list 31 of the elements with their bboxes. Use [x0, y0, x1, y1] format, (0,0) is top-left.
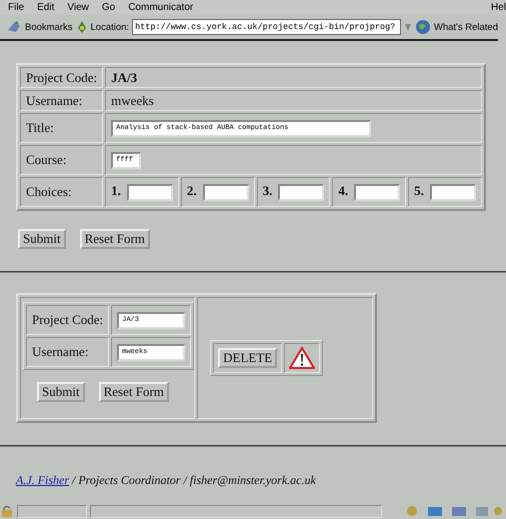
field-label: Project Code:: [26, 305, 110, 335]
menu-item[interactable]: File: [8, 2, 24, 13]
whats-related-button[interactable]: What's Related: [434, 22, 498, 32]
bookmarks-button[interactable]: Bookmarks: [25, 22, 73, 32]
choice-number: 2.: [186, 183, 197, 198]
choice-number: 4.: [338, 183, 348, 198]
reset-button[interactable]: Reset Form: [98, 382, 169, 402]
email-link[interactable]: A.J. Fisher: [16, 473, 69, 487]
choice-number: 1.: [111, 183, 121, 198]
address-field[interactable]: http://www.cs.york.ac.uk/projects/cgi-bin/projprog?: [132, 19, 401, 35]
field-label: Course:: [20, 145, 104, 175]
field-label: Choices:: [20, 177, 104, 207]
menu-item[interactable]: Hel: [490, 2, 506, 13]
menu-item[interactable]: Edit: [37, 2, 54, 13]
menu-item[interactable]: Communicator: [128, 2, 194, 13]
reset-button[interactable]: Reset Form: [80, 229, 150, 249]
delete-button[interactable]: DELETE: [218, 348, 278, 368]
submit-button[interactable]: Submit: [37, 382, 85, 402]
field-label: Username:: [20, 90, 104, 111]
choice-number: 3.: [262, 183, 272, 198]
field-label: Project Code:: [20, 67, 104, 88]
location-label: Location:: [90, 22, 130, 32]
field-label: Username:: [26, 337, 110, 367]
field-label: Title:: [20, 113, 104, 143]
field-value: mweeks: [105, 90, 482, 111]
field-value: JA/3: [105, 67, 482, 88]
menu-item[interactable]: Go: [102, 2, 116, 13]
submit-button[interactable]: Submit: [18, 229, 66, 249]
choice-number: 5.: [414, 183, 424, 198]
footer-text: A.J. Fisher / Projects Coordinator / fisher@minster.york.ac.uk: [16, 473, 317, 488]
menu-item[interactable]: View: [67, 2, 89, 13]
